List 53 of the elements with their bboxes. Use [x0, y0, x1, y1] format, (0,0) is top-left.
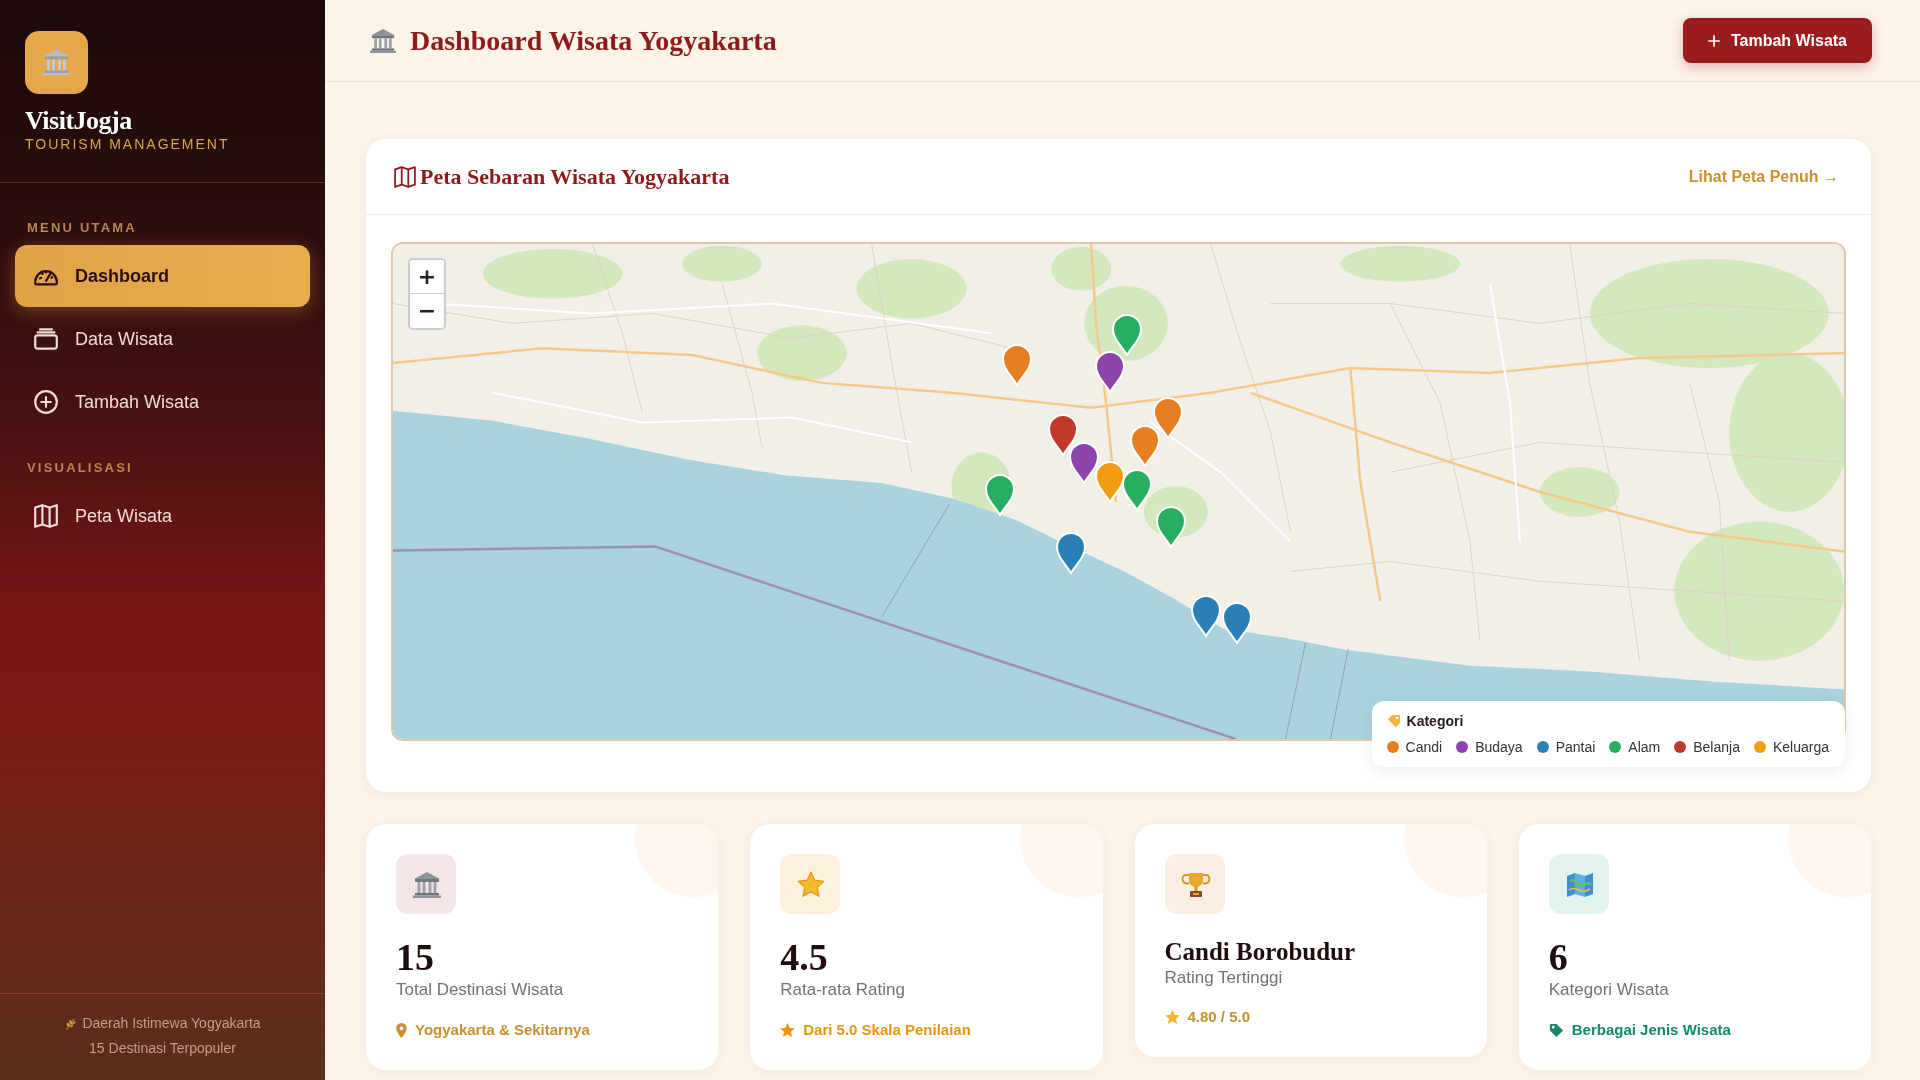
wheat-icon	[64, 1016, 77, 1031]
sidebar-item[interactable]: Peta Wisata	[15, 485, 310, 547]
legend-label: Belanja	[1693, 738, 1740, 756]
map-icon	[34, 504, 58, 528]
menu-section-title: MENU UTAMA	[26, 219, 138, 237]
stat-note: 4.80 / 5.0	[1187, 1007, 1251, 1027]
plus-circle-icon	[34, 390, 58, 414]
sidebar-item[interactable]: Tambah Wisata	[15, 371, 310, 433]
zoom-in-button[interactable]: +	[410, 260, 444, 294]
tag-icon	[1548, 1022, 1564, 1038]
legend-label: Pantai	[1555, 738, 1596, 756]
building-icon	[396, 854, 456, 914]
stat-value: Candi Borobudur	[1164, 937, 1357, 967]
tray-stack-icon	[34, 328, 58, 350]
legend-label: Keluarga	[1772, 738, 1829, 756]
stat-value: 4.5	[780, 937, 829, 977]
stat-label: Kategori Wisata	[1548, 979, 1670, 1001]
sidebar-item[interactable]: Data Wisata	[15, 308, 310, 370]
building-logo-icon	[25, 31, 88, 94]
legend-title: Kategori	[1406, 712, 1464, 730]
trophy-icon	[1164, 854, 1225, 914]
stat-note: Yogyakarta & Sekitarnya	[415, 1020, 590, 1040]
map-icon	[394, 165, 416, 188]
page-title: Dashboard Wisata Yogyakarta	[410, 23, 777, 58]
add-destination-button[interactable]: Tambah Wisata	[1682, 18, 1872, 63]
building-icon	[370, 28, 396, 53]
stat-note: Berbagai Jenis Wisata	[1571, 1020, 1731, 1040]
card-title: Peta Sebaran Wisata Yogyakarta	[420, 162, 730, 191]
destination-count-text: 15 Destinasi Terpopuler	[88, 1039, 237, 1058]
legend-label: Candi	[1405, 738, 1443, 756]
sidebar-item[interactable]: Dashboard	[15, 245, 310, 307]
legend-label: Alam	[1628, 738, 1661, 756]
stat-value: 6	[1548, 937, 1569, 977]
folded-map-icon	[1548, 854, 1609, 914]
legend-label: Budaya	[1475, 738, 1523, 756]
region-text: Daerah Istimewa Yogyakarta	[82, 1014, 261, 1033]
stat-label: Total Destinasi Wisata	[396, 979, 565, 1001]
tag-icon	[1386, 714, 1401, 728]
brand-name: VisitJogja	[25, 106, 133, 136]
stat-note: Dari 5.0 Skala Penilaian	[803, 1020, 971, 1040]
brand-tagline: TOURISM MANAGEMENT	[25, 136, 231, 152]
stat-value: 15	[396, 937, 435, 977]
map-pin-icon[interactable]	[1054, 530, 1087, 575]
stat-label: Rating Tertinggi	[1164, 967, 1284, 989]
plus-icon	[1707, 34, 1720, 47]
menu-section-title: VISUALISASI	[26, 459, 134, 477]
stat-label: Rata-rata Rating	[780, 979, 906, 1001]
location-pin-icon	[396, 1022, 407, 1038]
map-pin-icon[interactable]	[1221, 601, 1254, 646]
star-icon	[1164, 1010, 1180, 1024]
star-icon	[780, 1023, 796, 1037]
map-pin-icon[interactable]	[1189, 594, 1222, 639]
map-pin-icon[interactable]	[1154, 505, 1187, 550]
